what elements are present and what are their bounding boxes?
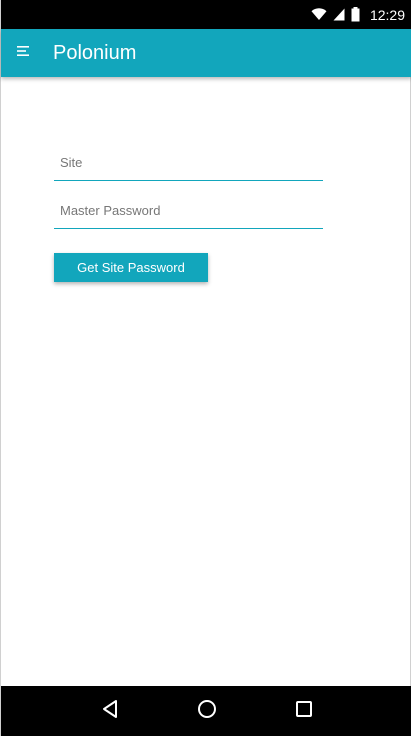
- menu-button[interactable]: [1, 29, 45, 77]
- recents-button[interactable]: [280, 687, 328, 735]
- status-time: 12:29: [369, 6, 405, 23]
- app-screen: 12:29 Polonium Get Site Password: [0, 0, 411, 736]
- navigation-bar: [1, 686, 411, 736]
- site-input[interactable]: [54, 145, 323, 180]
- site-field: [54, 145, 323, 181]
- signal-icon: [333, 8, 345, 21]
- home-button[interactable]: [183, 687, 231, 735]
- master-password-input[interactable]: [54, 193, 323, 228]
- app-title: Polonium: [53, 41, 137, 64]
- password-form: Get Site Password: [54, 145, 323, 282]
- back-icon: [101, 699, 119, 724]
- master-password-field: [54, 193, 323, 229]
- back-button[interactable]: [86, 687, 134, 735]
- app-bar: Polonium: [1, 29, 411, 77]
- hamburger-menu-icon: [16, 44, 30, 62]
- home-icon: [197, 699, 217, 724]
- wifi-icon: [311, 8, 327, 21]
- recents-icon: [295, 700, 313, 723]
- battery-icon: [351, 7, 360, 22]
- status-bar: 12:29: [1, 0, 411, 29]
- get-site-password-button[interactable]: Get Site Password: [54, 253, 208, 282]
